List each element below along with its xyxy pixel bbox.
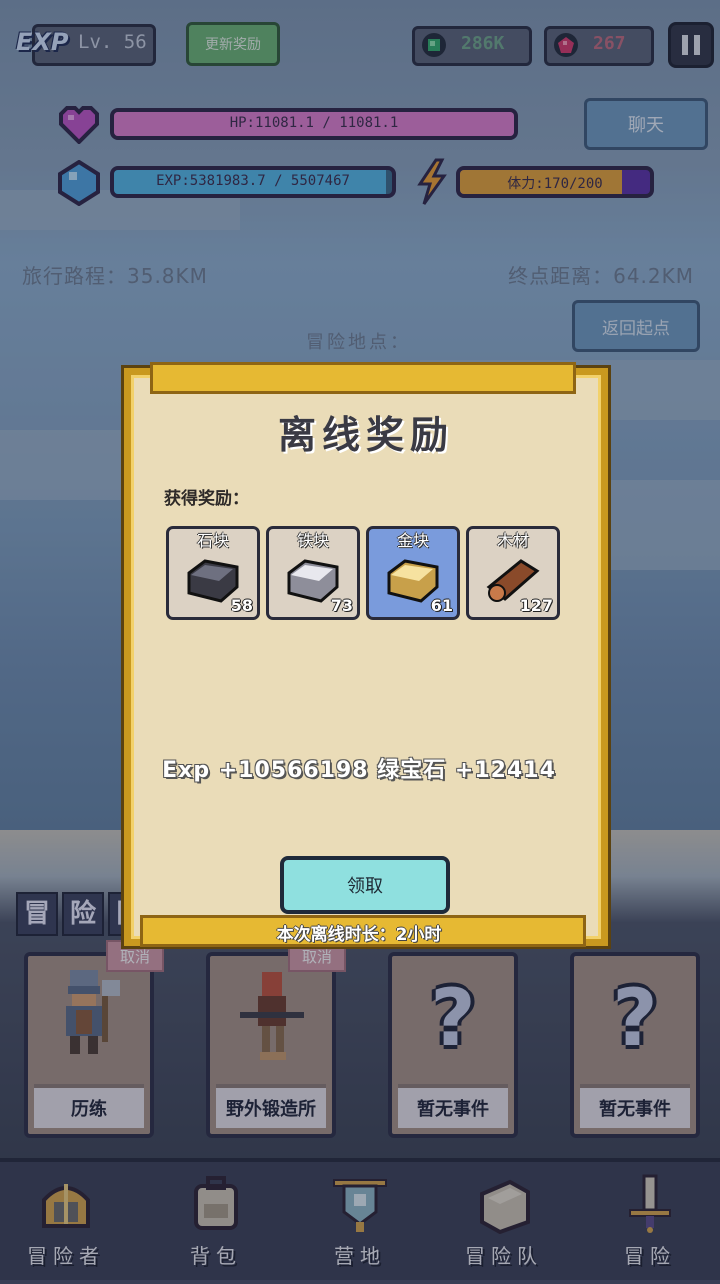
reward-item-stone[interactable]: 石块 58	[166, 526, 260, 620]
reward-item-wood[interactable]: 木材 127	[466, 526, 560, 620]
dialog-title: 离线奖励	[277, 413, 454, 457]
item-count: 73	[330, 596, 353, 615]
item-name: 铁块	[296, 531, 329, 550]
item-count: 61	[430, 596, 453, 615]
exp-emerald-reward-text: Exp +10566198 绿宝石 +12414	[162, 758, 556, 783]
reward-item-gold[interactable]: 金块 61	[366, 526, 460, 620]
item-name: 石块	[196, 531, 229, 550]
dialog-top-bar	[150, 362, 576, 394]
rewards-label: 获得奖励：	[164, 489, 249, 509]
item-count: 127	[519, 596, 553, 615]
reward-item-iron[interactable]: 铁块 73	[266, 526, 360, 620]
item-name: 木材	[496, 531, 529, 550]
offline-duration-text: 本次离线时长：2小时	[276, 925, 442, 945]
claim-button[interactable]: 领取	[280, 856, 450, 914]
item-name: 金块	[396, 531, 429, 550]
item-count: 58	[230, 596, 253, 615]
